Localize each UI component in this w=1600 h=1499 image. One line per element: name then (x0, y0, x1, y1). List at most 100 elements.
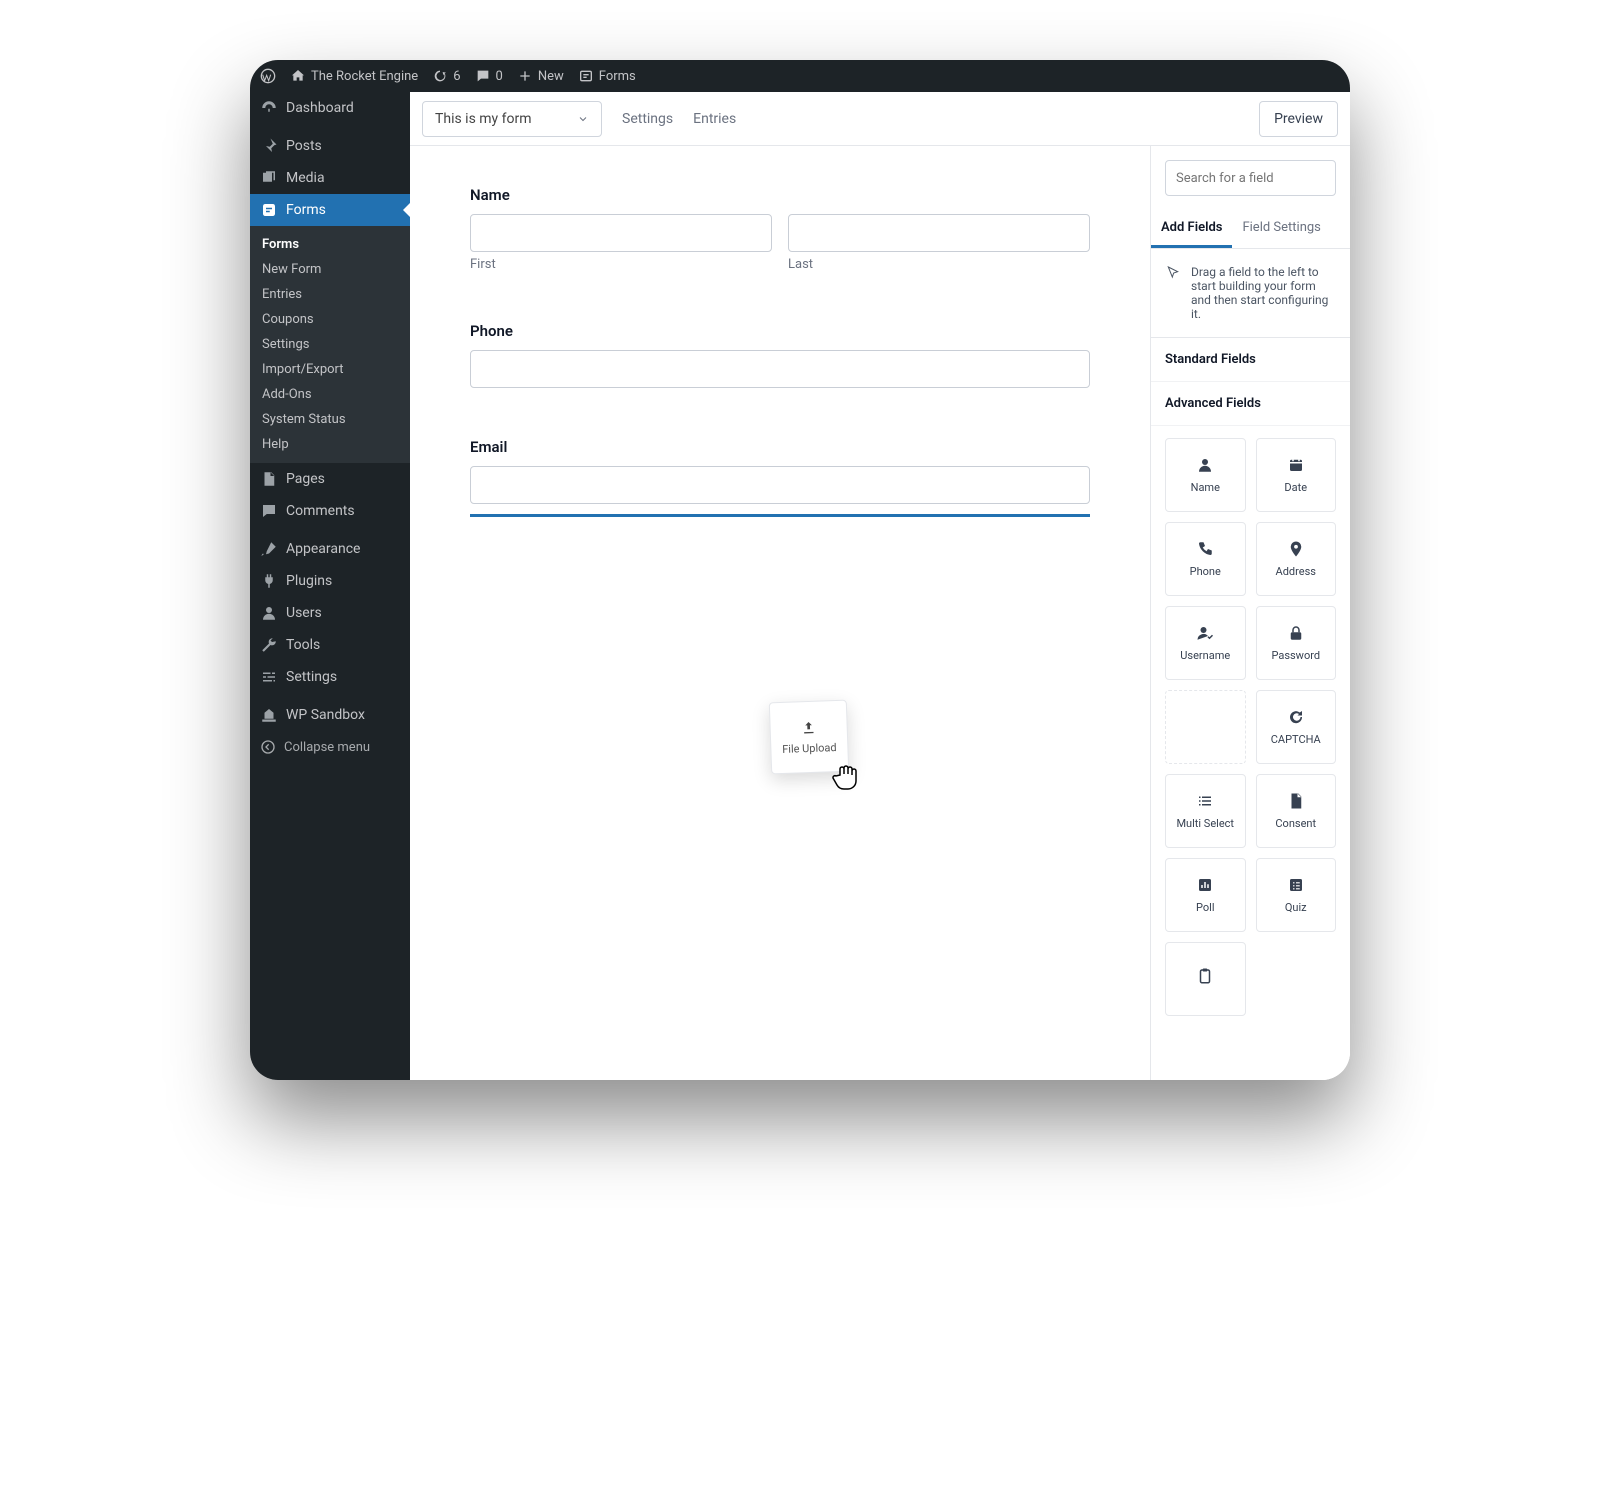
comments-icon (260, 502, 278, 520)
site-link[interactable]: The Rocket Engine (290, 68, 418, 84)
collapse-menu[interactable]: Collapse menu (250, 731, 410, 763)
form-editor: Name First Last Phone Email File Upload (410, 146, 1150, 1080)
advanced-fields-grid: Name Date Phone Address Username Passwor… (1151, 426, 1350, 1028)
sidebar-item-comments[interactable]: Comments (250, 495, 410, 527)
phone-input[interactable] (470, 350, 1090, 388)
field-card-password[interactable]: Password (1256, 606, 1337, 680)
sidebar-item-plugins[interactable]: Plugins (250, 565, 410, 597)
name-label: Name (470, 186, 1090, 204)
field-card-placeholder (1165, 690, 1246, 764)
sidebar-item-appearance[interactable]: Appearance (250, 533, 410, 565)
first-sublabel: First (470, 257, 772, 272)
submenu-help[interactable]: Help (250, 432, 410, 457)
sidebar-item-dashboard[interactable]: Dashboard (250, 92, 410, 124)
email-input[interactable] (470, 466, 1090, 504)
submenu-coupons[interactable]: Coupons (250, 307, 410, 332)
wrench-icon (260, 636, 278, 654)
quiz-icon (1287, 876, 1305, 894)
advanced-fields-heading[interactable]: Advanced Fields (1151, 382, 1350, 426)
field-panel: Add Fields Field Settings Drag a field t… (1150, 146, 1350, 1080)
dashboard-icon (260, 99, 278, 117)
drop-indicator (470, 514, 1090, 517)
chevron-down-icon (577, 113, 589, 125)
plug-icon (260, 572, 278, 590)
submenu-entries[interactable]: Entries (250, 282, 410, 307)
editor-toolbar: This is my form Settings Entries Preview (410, 92, 1350, 146)
last-sublabel: Last (788, 257, 1090, 272)
sidebar-item-media[interactable]: Media (250, 162, 410, 194)
chart-icon (1196, 876, 1214, 894)
email-label: Email (470, 438, 1090, 456)
upload-icon (800, 719, 817, 736)
field-card-quiz[interactable]: Quiz (1256, 858, 1337, 932)
field-card-phone[interactable]: Phone (1165, 522, 1246, 596)
list-icon (1196, 792, 1214, 810)
admin-sidebar: Dashboard Posts Media Forms Forms New Fo… (250, 92, 410, 1080)
submenu-import-export[interactable]: Import/Export (250, 357, 410, 382)
field-card-poll[interactable]: Poll (1165, 858, 1246, 932)
sandbox-icon (260, 706, 278, 724)
admin-bar: The Rocket Engine 6 0 New Forms (250, 60, 1350, 92)
media-icon (260, 169, 278, 187)
sliders-icon (260, 668, 278, 686)
first-name-input[interactable] (470, 214, 772, 252)
field-card-date[interactable]: Date (1256, 438, 1337, 512)
grab-cursor-icon (830, 761, 862, 793)
toolbar-entries[interactable]: Entries (693, 111, 736, 127)
pages-icon (260, 470, 278, 488)
field-card-consent[interactable]: Consent (1256, 774, 1337, 848)
forms-admin-link[interactable]: Forms (578, 68, 636, 84)
sidebar-item-settings[interactable]: Settings (250, 661, 410, 693)
sidebar-item-forms[interactable]: Forms (250, 194, 410, 226)
field-card-captcha[interactable]: CAPTCHA (1256, 690, 1337, 764)
tab-add-fields[interactable]: Add Fields (1151, 210, 1232, 248)
file-icon (1287, 792, 1305, 810)
lock-icon (1287, 624, 1305, 642)
clipboard-icon (1196, 967, 1214, 985)
submenu-forms[interactable]: Forms (250, 232, 410, 257)
cursor-icon (1165, 265, 1181, 281)
sidebar-item-pages[interactable]: Pages (250, 463, 410, 495)
submenu-addons[interactable]: Add-Ons (250, 382, 410, 407)
last-name-input[interactable] (788, 214, 1090, 252)
field-card-username[interactable]: Username (1165, 606, 1246, 680)
calendar-icon (1287, 456, 1305, 474)
sidebar-item-posts[interactable]: Posts (250, 130, 410, 162)
collapse-icon (260, 739, 276, 755)
phone-label: Phone (470, 322, 1090, 340)
field-card-multiselect[interactable]: Multi Select (1165, 774, 1246, 848)
pin-icon (260, 137, 278, 155)
forms-submenu: Forms New Form Entries Coupons Settings … (250, 226, 410, 463)
form-selector[interactable]: This is my form (422, 101, 602, 137)
person-icon (1196, 456, 1214, 474)
phone-field[interactable]: Phone (470, 322, 1090, 388)
email-field[interactable]: Email (470, 438, 1090, 504)
toolbar-settings[interactable]: Settings (622, 111, 673, 127)
name-field[interactable]: Name First Last (470, 186, 1090, 272)
submenu-system-status[interactable]: System Status (250, 407, 410, 432)
sidebar-item-sandbox[interactable]: WP Sandbox (250, 699, 410, 731)
location-icon (1287, 540, 1305, 558)
wp-logo[interactable] (260, 68, 276, 84)
new-link[interactable]: New (517, 68, 564, 84)
standard-fields-heading[interactable]: Standard Fields (1151, 338, 1350, 382)
user-check-icon (1196, 624, 1214, 642)
field-card-address[interactable]: Address (1256, 522, 1337, 596)
panel-hint: Drag a field to the left to start buildi… (1151, 249, 1350, 338)
refresh-icon (1287, 708, 1305, 726)
submenu-settings[interactable]: Settings (250, 332, 410, 357)
sidebar-item-users[interactable]: Users (250, 597, 410, 629)
brush-icon (260, 540, 278, 558)
sidebar-item-tools[interactable]: Tools (250, 629, 410, 661)
field-card-clipboard[interactable] (1165, 942, 1246, 1016)
preview-button[interactable]: Preview (1259, 101, 1338, 137)
submenu-new-form[interactable]: New Form (250, 257, 410, 282)
tab-field-settings[interactable]: Field Settings (1232, 210, 1330, 248)
field-card-name[interactable]: Name (1165, 438, 1246, 512)
phone-icon (1196, 540, 1214, 558)
field-search-input[interactable] (1165, 160, 1336, 196)
user-icon (260, 604, 278, 622)
forms-icon (260, 201, 278, 219)
updates-link[interactable]: 6 (432, 68, 460, 84)
comments-link[interactable]: 0 (475, 68, 503, 84)
